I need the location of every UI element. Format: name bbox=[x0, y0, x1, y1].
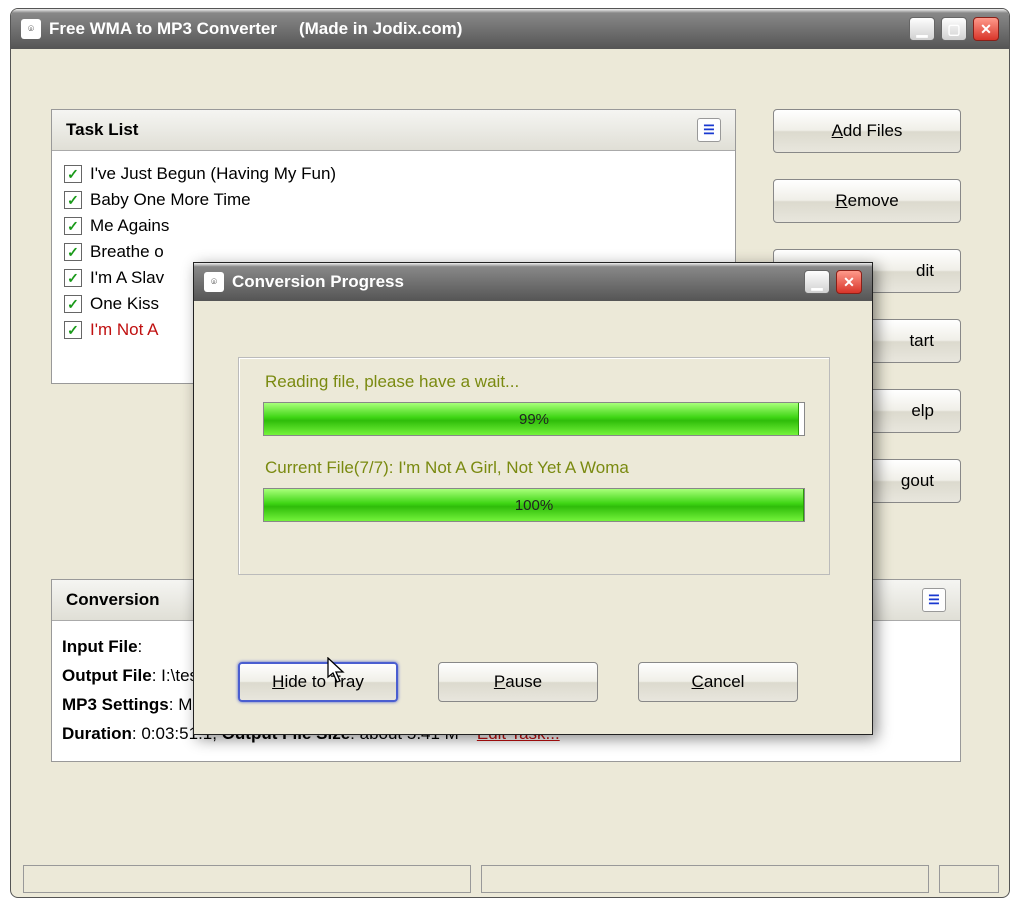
checkbox-icon[interactable]: ✓ bbox=[64, 191, 82, 209]
dialog-icon: ⌾ bbox=[204, 272, 224, 292]
task-item-label: Me Agains bbox=[90, 216, 169, 236]
task-item-label: Breathe o bbox=[90, 242, 164, 262]
main-titlebar[interactable]: ⌾ Free WMA to MP3 Converter (Made in Jod… bbox=[11, 9, 1009, 49]
checkbox-icon[interactable]: ✓ bbox=[64, 243, 82, 261]
task-item[interactable]: ✓ Me Agains bbox=[60, 213, 727, 239]
collapse-icon[interactable]: ☰ bbox=[922, 588, 946, 612]
close-button[interactable]: ✕ bbox=[973, 17, 999, 41]
pause-button[interactable]: Pause bbox=[438, 662, 598, 702]
current-file-progress-text: 100% bbox=[264, 489, 804, 521]
status-cell bbox=[481, 865, 929, 893]
task-item-label: I'm Not A bbox=[90, 320, 158, 340]
task-item-label: I've Just Begun (Having My Fun) bbox=[90, 164, 336, 184]
task-item-label: I'm A Slav bbox=[90, 268, 164, 288]
status-cell bbox=[23, 865, 471, 893]
remove-button[interactable]: Remove bbox=[773, 179, 961, 223]
maximize-button[interactable]: ▢ bbox=[941, 17, 967, 41]
checkbox-icon[interactable]: ✓ bbox=[64, 295, 82, 313]
conversion-progress-dialog: ⌾ Conversion Progress ▁ ✕ Reading file, … bbox=[193, 262, 873, 735]
checkbox-icon[interactable]: ✓ bbox=[64, 217, 82, 235]
checkbox-icon[interactable]: ✓ bbox=[64, 321, 82, 339]
conversion-details-title: Conversion bbox=[66, 590, 160, 610]
app-icon: ⌾ bbox=[21, 19, 41, 39]
task-item[interactable]: ✓ I've Just Begun (Having My Fun) bbox=[60, 161, 727, 187]
progress-group: Reading file, please have a wait... 99% … bbox=[238, 357, 830, 575]
task-item-label: Baby One More Time bbox=[90, 190, 251, 210]
checkbox-icon[interactable]: ✓ bbox=[64, 269, 82, 287]
dialog-button-row: Hide to Tray Pause Cancel bbox=[238, 662, 798, 702]
output-file-label: Output File bbox=[62, 666, 152, 685]
add-files-button[interactable]: Add Files bbox=[773, 109, 961, 153]
task-list-title: Task List bbox=[66, 120, 138, 140]
checkbox-icon[interactable]: ✓ bbox=[64, 165, 82, 183]
task-list-header: Task List ☰ bbox=[52, 110, 735, 151]
overall-progress-text: 99% bbox=[264, 403, 804, 435]
collapse-icon[interactable]: ☰ bbox=[697, 118, 721, 142]
input-file-label: Input File bbox=[62, 637, 138, 656]
close-button[interactable]: ✕ bbox=[836, 270, 862, 294]
duration-label: Duration bbox=[62, 724, 132, 743]
current-file-progress-bar: 100% bbox=[263, 488, 805, 522]
status-cell bbox=[939, 865, 999, 893]
minimize-button[interactable]: ▁ bbox=[909, 17, 935, 41]
cancel-button[interactable]: Cancel bbox=[638, 662, 798, 702]
hide-to-tray-button[interactable]: Hide to Tray bbox=[238, 662, 398, 702]
minimize-button[interactable]: ▁ bbox=[804, 270, 830, 294]
task-item[interactable]: ✓ Baby One More Time bbox=[60, 187, 727, 213]
reading-file-label: Reading file, please have a wait... bbox=[239, 358, 829, 398]
overall-progress-bar: 99% bbox=[263, 402, 805, 436]
status-bar bbox=[23, 865, 999, 893]
dialog-titlebar[interactable]: ⌾ Conversion Progress ▁ ✕ bbox=[194, 263, 872, 301]
window-title: Free WMA to MP3 Converter bbox=[49, 19, 277, 39]
task-item-label: One Kiss bbox=[90, 294, 159, 314]
window-subtitle: (Made in Jodix.com) bbox=[299, 19, 909, 39]
current-file-label: Current File(7/7): I'm Not A Girl, Not Y… bbox=[239, 444, 829, 484]
mp3-settings-label: MP3 Settings bbox=[62, 695, 169, 714]
dialog-title: Conversion Progress bbox=[232, 272, 804, 292]
